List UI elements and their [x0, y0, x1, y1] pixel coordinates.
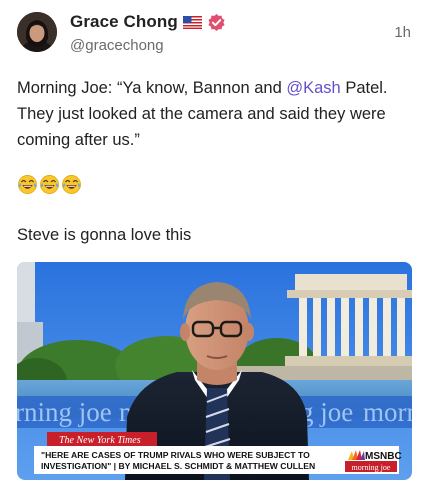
show-logo: morning joe: [352, 463, 391, 472]
post-timestamp[interactable]: 1h: [394, 24, 411, 41]
ticker-text-right-2: morn: [363, 397, 412, 427]
post-card: Grace Chong @gracechong 1h Morning Joe: …: [0, 0, 429, 500]
author-name[interactable]: Grace Chong: [70, 12, 178, 32]
emoji-row: [17, 174, 82, 195]
headline-line-1: "HERE ARE CASES OF TRUMP RIVALS WHO WERE…: [41, 450, 310, 460]
us-flag-icon: [182, 15, 202, 29]
newspaper-label: The New York Times: [59, 435, 141, 446]
post-text-prefix: Morning Joe: “Ya know, Bannon and: [17, 79, 287, 97]
laughing-emoji-icon: [39, 174, 60, 195]
author-handle[interactable]: @gracechong: [70, 37, 164, 54]
network-logo: MSNBC: [365, 451, 402, 462]
ticker-text-right: g joe: [300, 397, 353, 427]
mention-link[interactable]: @Kash: [286, 79, 340, 97]
post-text: Morning Joe: “Ya know, Bannon and @Kash …: [17, 75, 412, 153]
post-media-image[interactable]: rning joe m g joe morn: [17, 262, 412, 480]
verified-badge-icon: [207, 13, 226, 32]
post-follow-up-text: Steve is gonna love this: [17, 226, 192, 244]
author-row: Grace Chong: [70, 10, 226, 34]
avatar[interactable]: [17, 12, 57, 52]
headline-line-2: INVESTIGATION" | BY MICHAEL S. SCHMIDT &…: [41, 461, 315, 471]
laughing-emoji-icon: [17, 174, 38, 195]
ticker-text-left: rning joe: [17, 397, 112, 427]
laughing-emoji-icon: [61, 174, 82, 195]
